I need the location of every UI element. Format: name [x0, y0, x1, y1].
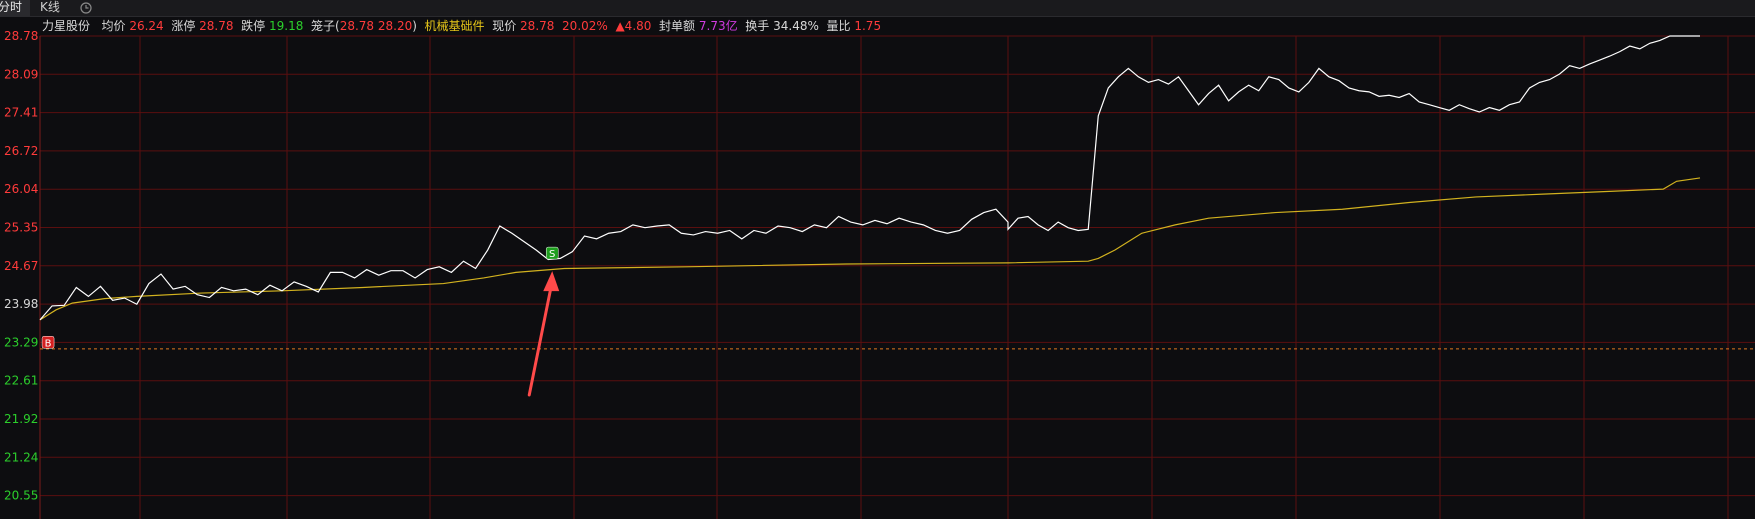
arrow-head — [543, 271, 560, 292]
price-line — [39, 35, 1700, 321]
y-tick-label: 23.29 — [4, 335, 38, 349]
y-tick-label: 28.78 — [4, 29, 38, 43]
y-tick-label: 26.72 — [4, 144, 38, 158]
intraday-chart[interactable]: 28.78 28.09 27.41 26.72 26.04 25.35 24.67 23.98… — [0, 0, 1755, 519]
y-tick-label: 25.35 — [4, 221, 38, 235]
y-tick-label: 28.09 — [4, 67, 38, 81]
y-tick-label: 21.24 — [4, 450, 38, 464]
avg-price-line — [39, 177, 1701, 321]
buy-marker-label: B — [45, 338, 52, 349]
y-tick-label: 23.98 — [4, 297, 38, 311]
y-tick-label: 26.04 — [4, 182, 38, 196]
y-tick-label: 24.67 — [4, 259, 38, 273]
y-tick-label: 27.41 — [4, 106, 38, 120]
annotation-arrow — [527, 279, 554, 397]
y-tick-label: 20.55 — [4, 489, 38, 503]
y-tick-label: 21.92 — [4, 412, 38, 426]
y-tick-label: 22.61 — [4, 374, 38, 388]
sell-marker-label: S — [549, 249, 555, 260]
